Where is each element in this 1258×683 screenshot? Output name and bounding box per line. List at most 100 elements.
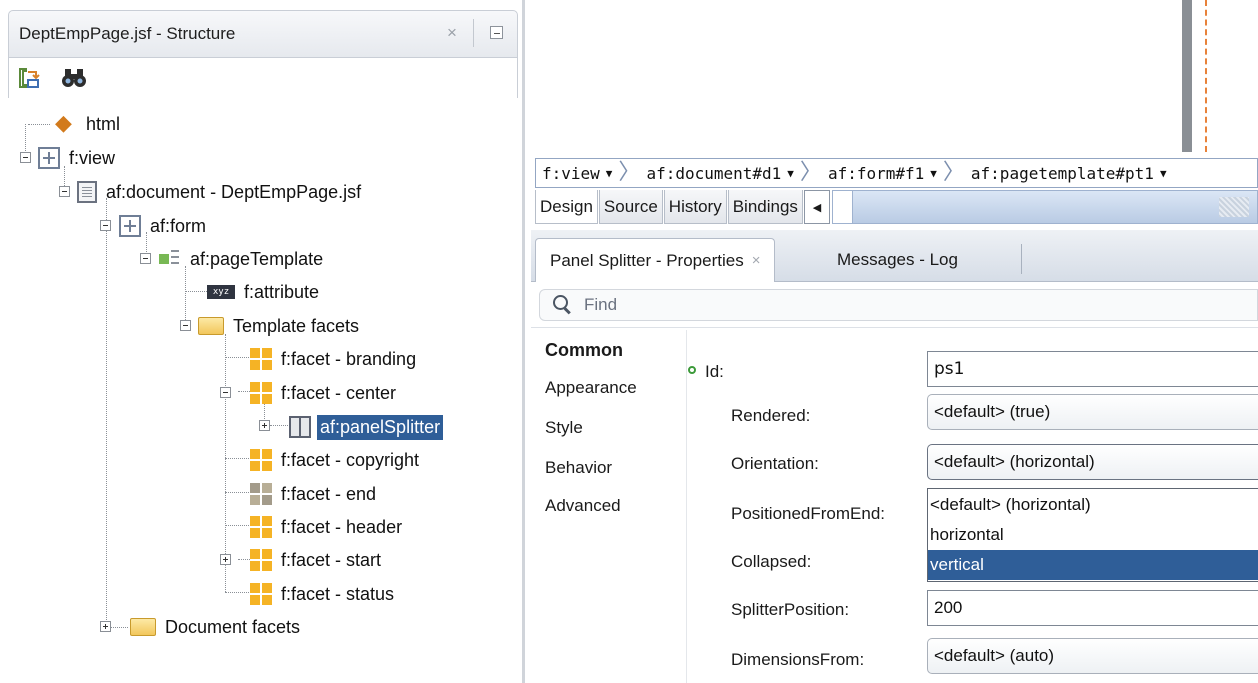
tree-node-facet-header[interactable]: f:facet - header: [250, 512, 405, 542]
tree-node-facet-status[interactable]: f:facet - status: [250, 579, 397, 609]
grid-icon: [119, 215, 141, 237]
tree-node-label: f:facet - status: [281, 583, 395, 604]
tree-expander-facet-center[interactable]: [220, 387, 231, 398]
tree-expander-afform[interactable]: [100, 220, 111, 231]
tree-expander-pagetemplate[interactable]: [140, 253, 151, 264]
close-icon[interactable]: ×: [752, 252, 761, 269]
tree-node-template-facets[interactable]: Template facets: [198, 311, 362, 341]
breadcrumb-item-afform[interactable]: af:form#f1 ▼ 〉: [822, 162, 965, 184]
tree-node-html[interactable]: html: [55, 109, 123, 139]
category-style[interactable]: Style: [545, 418, 583, 438]
tab-label: Design: [540, 196, 593, 216]
tab-design[interactable]: Design: [535, 190, 598, 224]
facet-empty-icon: [250, 483, 272, 505]
tab-history[interactable]: History: [663, 190, 727, 224]
dropdown-option-highlighted[interactable]: vertical: [928, 550, 1258, 580]
splitterposition-field[interactable]: 200: [927, 590, 1258, 626]
close-icon[interactable]: ×: [447, 23, 457, 43]
tree-expander-document-facets[interactable]: [100, 621, 111, 632]
breadcrumb-item-fview[interactable]: f:view ▼ 〉: [536, 162, 640, 184]
facet-icon: [250, 516, 272, 538]
tree-node-panelsplitter[interactable]: af:panelSplitter: [289, 412, 444, 442]
category-common[interactable]: Common: [545, 340, 623, 361]
tab-source[interactable]: Source: [598, 190, 663, 224]
structure-tree: html f:view af:document - DeptEmpPage.js…: [0, 104, 520, 674]
tree-node-label: Document facets: [165, 616, 301, 637]
tree-node-label: Template facets: [233, 315, 360, 336]
horizontal-scrollbar[interactable]: [831, 190, 1258, 224]
dropdown-option[interactable]: horizontal: [928, 520, 1258, 550]
tree-node-fview[interactable]: f:view: [38, 143, 118, 173]
orientation-select[interactable]: <default> (horizontal): [927, 444, 1258, 480]
tree-node-pagetemplate[interactable]: af:pageTemplate: [159, 244, 326, 274]
tree-node-label: af:form: [150, 215, 207, 236]
category-behavior[interactable]: Behavior: [545, 458, 612, 478]
document-icon: [77, 181, 97, 203]
property-label-id: Id:: [705, 362, 724, 381]
category-advanced[interactable]: Advanced: [545, 496, 621, 516]
tree-expander-facet-start[interactable]: [220, 554, 231, 565]
tab-messages-log[interactable]: Messages - Log: [823, 238, 972, 282]
property-label-collapsed: Collapsed:: [731, 552, 812, 571]
tree-node-fattribute[interactable]: f:attribute: [207, 277, 322, 307]
category-appearance[interactable]: Appearance: [545, 378, 637, 398]
facet-icon: [250, 583, 272, 605]
find-field[interactable]: [539, 289, 1258, 321]
editor-tab-strip: Design Source History Bindings ◀: [535, 190, 1258, 224]
tree-node-facet-branding[interactable]: f:facet - branding: [250, 344, 419, 374]
sync-icon[interactable]: [17, 66, 41, 90]
canvas-component-strip: [1182, 0, 1192, 152]
tree-node-facet-end[interactable]: f:facet - end: [250, 479, 379, 509]
breadcrumb-label: af:document#d1: [646, 163, 782, 183]
structure-panel: DeptEmpPage.jsf - Structure × ◆ html f:v…: [0, 0, 525, 683]
tree-expander-panelsplitter[interactable]: [259, 420, 270, 431]
tree-node-document-facets[interactable]: Document facets: [130, 612, 303, 642]
facet-icon: [250, 382, 272, 404]
facet-icon: [250, 549, 272, 571]
minimize-icon[interactable]: [490, 26, 503, 39]
tree-node-afform[interactable]: af:form: [119, 211, 209, 241]
facet-icon: [250, 449, 272, 471]
canvas-selection-border: [1205, 0, 1207, 152]
id-field[interactable]: ps1: [927, 351, 1258, 387]
tree-expander-fview[interactable]: [20, 152, 31, 163]
tree-node-label: f:facet - start: [281, 549, 382, 570]
grid-icon: [38, 147, 60, 169]
breadcrumb-item-pagetemplate[interactable]: af:pagetemplate#pt1 ▼: [965, 164, 1167, 183]
folder-icon: [198, 317, 224, 335]
design-canvas[interactable]: [528, 0, 1258, 152]
tab-bindings[interactable]: Bindings: [727, 190, 803, 224]
search-icon: [552, 294, 574, 316]
dropdown-option[interactable]: <default> (horizontal): [928, 490, 1258, 520]
property-label-orientation: Orientation:: [731, 454, 819, 473]
tree-expander-template-facets[interactable]: [180, 320, 191, 331]
tree-node-label: f:facet - center: [281, 382, 397, 403]
breadcrumb-item-afdocument[interactable]: af:document#d1 ▼ 〉: [640, 162, 822, 184]
binoculars-icon[interactable]: [61, 66, 86, 90]
tab-separator: [1021, 244, 1022, 274]
tab-panel-splitter-properties[interactable]: Panel Splitter - Properties ×: [535, 238, 776, 282]
breadcrumb-label: af:pagetemplate#pt1: [970, 163, 1154, 183]
chevron-down-icon[interactable]: ▼: [787, 167, 794, 180]
tree-node-label: af:panelSplitter: [317, 414, 444, 440]
dimensionsfrom-select[interactable]: <default> (auto): [927, 638, 1258, 674]
search-input[interactable]: [582, 294, 1182, 316]
tree-expander-afdocument[interactable]: [59, 186, 70, 197]
tree-node-facet-start[interactable]: f:facet - start: [250, 545, 384, 575]
rendered-select[interactable]: <default> (true): [927, 394, 1258, 430]
tree-node-label: af:document - DeptEmpPage.jsf: [106, 181, 362, 202]
tree-node-label: f:facet - end: [281, 483, 377, 504]
chevron-down-icon[interactable]: ▼: [930, 167, 937, 180]
scrollbar-grip-icon: [1219, 197, 1249, 217]
tab-label: Bindings: [732, 196, 798, 216]
tree-node-facet-copyright[interactable]: f:facet - copyright: [250, 445, 422, 475]
tab-label: Panel Splitter - Properties: [550, 250, 744, 270]
chevron-down-icon[interactable]: ▼: [1160, 167, 1167, 180]
chevron-down-icon[interactable]: ▼: [606, 167, 613, 180]
tree-node-facet-center[interactable]: f:facet - center: [250, 378, 399, 408]
scrollbar-thumb[interactable]: [832, 191, 853, 223]
properties-panel: Panel Splitter - Properties × Messages -…: [531, 230, 1258, 683]
scroll-left-icon[interactable]: ◀: [803, 190, 830, 224]
tab-label: Source: [603, 196, 658, 216]
tree-node-afdocument[interactable]: af:document - DeptEmpPage.jsf: [77, 177, 364, 207]
